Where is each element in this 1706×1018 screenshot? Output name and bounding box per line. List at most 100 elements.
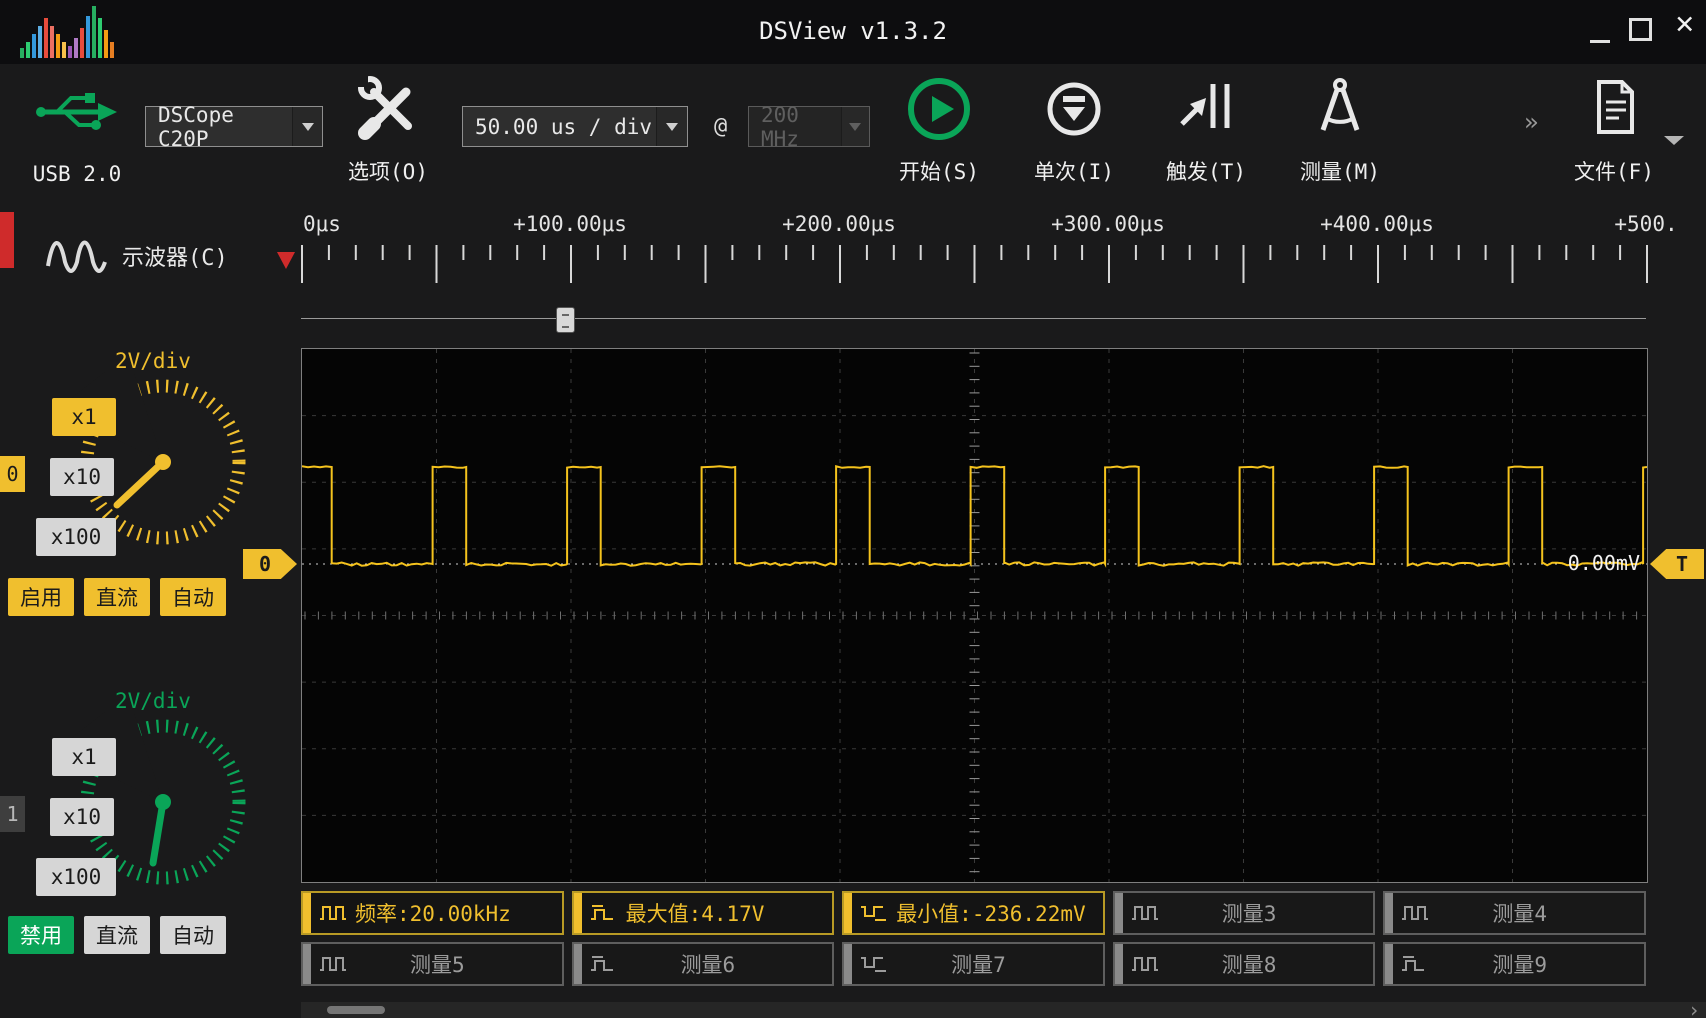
measurement-button[interactable]: 最大值:4.17V	[571, 891, 835, 935]
waveform-plot[interactable]	[301, 348, 1648, 883]
device-select[interactable]: DSCope C20P	[145, 103, 323, 151]
options-button[interactable]: 选项(O)	[332, 76, 444, 186]
ch1-autoscale-button[interactable]: 自动	[160, 916, 226, 954]
ruler-label: +300.00μs	[1051, 212, 1165, 236]
scroll-right-icon[interactable]: ›	[1688, 998, 1700, 1018]
ruler-label: +100.00μs	[513, 212, 627, 236]
close-button[interactable]: ✕	[1675, 8, 1694, 39]
measurement-accent	[1385, 944, 1394, 984]
measurement-label: 测量4	[1492, 902, 1547, 926]
maximize-button[interactable]	[1629, 18, 1652, 41]
measurement-label: 测量8	[1221, 953, 1277, 977]
measurement-button[interactable]: 测量3	[1112, 891, 1376, 935]
ch1-disable-button[interactable]: 禁用	[8, 916, 74, 954]
ruler-ticks	[301, 245, 1648, 283]
max-icon	[1401, 954, 1429, 974]
ch1-coupling-button[interactable]: 直流	[84, 916, 150, 954]
ch0-enable-button[interactable]: 启用	[8, 578, 74, 616]
ch0-coupling-button[interactable]: 直流	[84, 578, 150, 616]
usb-status: USB 2.0	[14, 76, 140, 186]
minimize-button[interactable]	[1590, 40, 1610, 43]
file-label: 文件(F)	[1574, 160, 1654, 184]
ruler-label: +200.00μs	[782, 212, 896, 236]
freq-icon	[1131, 954, 1159, 974]
waveform-canvas	[302, 349, 1647, 882]
ch0-tab[interactable]: 0	[0, 456, 25, 492]
timebase-select[interactable]: 50.00 us / div	[462, 106, 688, 147]
freq-icon	[319, 954, 347, 974]
toolbar-overflow-icon[interactable]: »	[1524, 108, 1538, 136]
ruler-label: 0μs	[303, 212, 341, 236]
trigger-icon	[1180, 84, 1230, 128]
measurement-button[interactable]: 测量9	[1383, 942, 1646, 986]
ch1-probe-x10-button[interactable]: x10	[50, 798, 114, 836]
trigger-level-marker[interactable]: T	[1650, 549, 1704, 579]
ch0-probe-x10-button[interactable]: x10	[50, 458, 114, 496]
samplerate-select-value: 200 MHz	[761, 102, 799, 151]
measurement-row-1: 频率:20.00kHz 最大值:4.17V 最小值:-236.22mV 测量3 测量4	[301, 891, 1646, 935]
measurement-label: 测量3	[1221, 902, 1277, 926]
measurement-label: 测量7	[951, 953, 1006, 977]
ch1-vdiv-label: 2V/div	[115, 689, 191, 713]
samplerate-select: 200 MHz	[748, 103, 870, 151]
ch0-probe-x1-button[interactable]: x1	[52, 398, 116, 436]
capture-scroll-track	[301, 318, 1646, 319]
measurement-button[interactable]: 测量4	[1383, 891, 1646, 935]
scope-mode-tab[interactable]: 示波器(C)	[122, 240, 228, 272]
measurement-label: 测量6	[680, 953, 736, 977]
ch1-probe-x100-button[interactable]: x100	[36, 858, 116, 896]
measurement-label: 最大值:4.17V	[625, 902, 765, 926]
ch0-zero-marker[interactable]: 0	[243, 549, 297, 579]
measurement-label: 最小值:-236.22mV	[896, 902, 1086, 926]
ch1-probe-x1-button[interactable]: x1	[52, 738, 116, 776]
freq-icon	[1401, 903, 1429, 923]
usb-label: USB 2.0	[32, 162, 122, 186]
measure-label: 测量(M)	[1300, 160, 1380, 184]
measurement-accent	[1385, 893, 1394, 933]
measurement-label: 测量5	[409, 953, 465, 977]
measurement-button[interactable]: 频率:20.00kHz	[301, 891, 564, 935]
device-select-value: DSCope C20P	[158, 102, 234, 151]
measurement-label: 频率:20.00kHz	[355, 902, 511, 926]
chevron-down-icon[interactable]	[1664, 136, 1684, 155]
start-button[interactable]: 开始(S)	[881, 76, 997, 186]
single-label: 单次(I)	[1034, 160, 1114, 184]
play-icon	[908, 78, 970, 140]
measurement-accent	[573, 944, 582, 984]
measurement-accent	[844, 893, 853, 933]
measurement-button[interactable]: 测量8	[1112, 942, 1376, 986]
horizontal-scrollbar[interactable]: ›	[301, 998, 1706, 1018]
measure-button[interactable]: 测量(M)	[1282, 76, 1398, 186]
max-icon	[590, 954, 618, 974]
compass-icon	[1320, 78, 1360, 131]
dsview-window: DSView v1.3.2 ✕ USB 2.0 DSCope C20P 选项(O…	[0, 0, 1706, 1018]
measurement-button[interactable]: 测量6	[571, 942, 835, 986]
measurement-accent	[1114, 944, 1123, 984]
measurement-button[interactable]: 最小值:-236.22mV	[842, 891, 1105, 935]
options-label: 选项(O)	[348, 160, 428, 184]
measurement-button[interactable]: 测量5	[301, 942, 564, 986]
mode-accent-strip	[0, 212, 14, 268]
freq-icon	[319, 903, 347, 923]
measurement-button[interactable]: 测量7	[842, 942, 1105, 986]
measurement-row-2: 测量5 测量6 测量7 测量8 测量9	[301, 942, 1646, 986]
ch0-autoscale-button[interactable]: 自动	[160, 578, 226, 616]
ch0-vdiv-label: 2V/div	[115, 349, 191, 373]
min-icon	[860, 954, 888, 974]
trigger-label: 触发(T)	[1166, 160, 1246, 184]
horizontal-scrollbar-handle[interactable]	[327, 1006, 385, 1014]
ch1-tab[interactable]: 1	[0, 796, 25, 832]
file-button[interactable]: 文件(F)	[1558, 76, 1670, 186]
ruler-label: +400.00μs	[1320, 212, 1434, 236]
time-ruler: 0μs +100.00μs +200.00μs +300.00μs +400.00μs +…	[277, 212, 1706, 346]
trigger-button[interactable]: 触发(T)	[1148, 76, 1264, 186]
chevron-down-icon	[656, 107, 687, 146]
usb-icon	[36, 93, 117, 130]
min-icon	[860, 903, 888, 923]
capture-scroll-handle[interactable]	[556, 307, 575, 333]
ch0-probe-x100-button[interactable]: x100	[36, 518, 116, 556]
single-button[interactable]: 单次(I)	[1014, 76, 1134, 186]
measurement-accent	[303, 893, 311, 933]
trigger-position-icon[interactable]	[277, 252, 295, 269]
window-title: DSView v1.3.2	[759, 17, 947, 45]
